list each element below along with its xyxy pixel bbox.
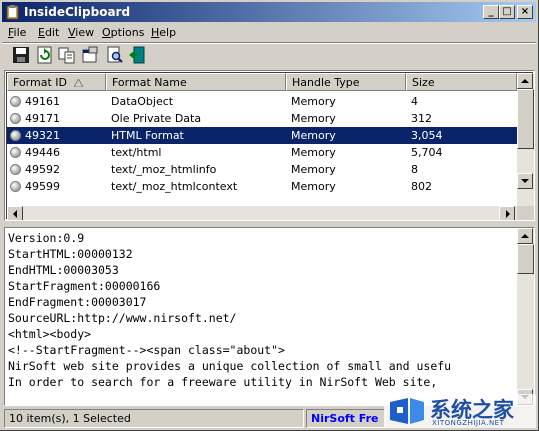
- menu-options[interactable]: Options: [102, 26, 144, 39]
- list-vertical-scrollbar[interactable]: [517, 73, 534, 206]
- copy-icon[interactable]: [58, 46, 78, 66]
- format-bullet-icon: [10, 130, 21, 141]
- maximize-button[interactable]: □: [499, 5, 515, 19]
- table-row[interactable]: 49171 Ole Private Data Memory 312: [7, 110, 517, 127]
- column-handle-type[interactable]: Handle Type: [286, 73, 406, 91]
- menu-edit[interactable]: Edit: [38, 26, 59, 39]
- scroll-down-button[interactable]: [517, 173, 533, 189]
- site-watermark: 系统之家 XITONGZHIJIA.NET: [384, 394, 536, 428]
- column-size[interactable]: Size: [406, 73, 517, 91]
- find-icon[interactable]: [106, 46, 126, 66]
- content-vertical-scrollbar[interactable]: [517, 228, 534, 405]
- table-row[interactable]: 49592 text/_moz_htmlinfo Memory 8: [7, 161, 517, 178]
- minimize-button[interactable]: _: [483, 5, 499, 19]
- content-scroll-up-button[interactable]: [517, 228, 533, 244]
- status-items-count: 10 item(s), 1 Selected: [4, 409, 304, 428]
- list-horizontal-scrollbar[interactable]: [7, 206, 517, 220]
- table-row[interactable]: 49599 text/_moz_htmlcontext Memory 802: [7, 178, 517, 195]
- menu-view[interactable]: View: [68, 26, 94, 39]
- format-list-body: Format ID Format Name Handle Type Size 4…: [6, 72, 534, 220]
- format-list[interactable]: Format ID Format Name Handle Type Size 4…: [4, 70, 535, 221]
- refresh-icon[interactable]: [36, 46, 56, 66]
- properties-icon[interactable]: [81, 46, 101, 66]
- scroll-thumb[interactable]: [517, 89, 534, 149]
- menu-file[interactable]: File: [8, 26, 26, 39]
- format-bullet-icon: [10, 181, 21, 192]
- clipboard-content-pane[interactable]: Version:0.9 StartHTML:00000132 EndHTML:0…: [4, 227, 535, 406]
- table-row[interactable]: 49161 DataObject Memory 4: [7, 93, 517, 110]
- format-bullet-icon: [10, 113, 21, 124]
- status-nirsoft-link[interactable]: NirSoft Fre: [306, 409, 386, 428]
- exit-icon[interactable]: [128, 46, 148, 66]
- toolbar: [2, 44, 536, 68]
- scroll-left-button[interactable]: [7, 206, 23, 220]
- sort-arrow-icon: [73, 77, 84, 90]
- column-format-name[interactable]: Format Name: [106, 73, 286, 91]
- window-title: InsideClipboard: [24, 5, 131, 19]
- format-bullet-icon: [10, 164, 21, 175]
- table-row[interactable]: 49446 text/html Memory 5,704: [7, 144, 517, 161]
- scroll-corner: [517, 206, 534, 220]
- scroll-right-button[interactable]: [499, 206, 515, 220]
- table-row-selected[interactable]: 49321 HTML Format Memory 3,054: [7, 127, 517, 144]
- watermark-subtitle: XITONGZHIJIA.NET: [432, 419, 505, 427]
- clipboard-app-icon: [5, 4, 21, 20]
- clipboard-content-text: Version:0.9 StartHTML:00000132 EndHTML:0…: [8, 231, 452, 389]
- save-icon[interactable]: [12, 46, 32, 66]
- format-bullet-icon: [10, 147, 21, 158]
- format-bullet-icon: [10, 96, 21, 107]
- close-button[interactable]: ×: [517, 5, 533, 19]
- column-format-id[interactable]: Format ID: [7, 73, 106, 91]
- menu-bar: File Edit View Options Help: [2, 23, 536, 41]
- scroll-up-button[interactable]: [517, 73, 533, 89]
- menu-help[interactable]: Help: [151, 26, 176, 39]
- app-window: InsideClipboard _ □ × File Edit View Opt…: [0, 0, 539, 431]
- content-scroll-thumb[interactable]: [517, 244, 534, 274]
- title-bar[interactable]: InsideClipboard _ □ ×: [2, 2, 536, 22]
